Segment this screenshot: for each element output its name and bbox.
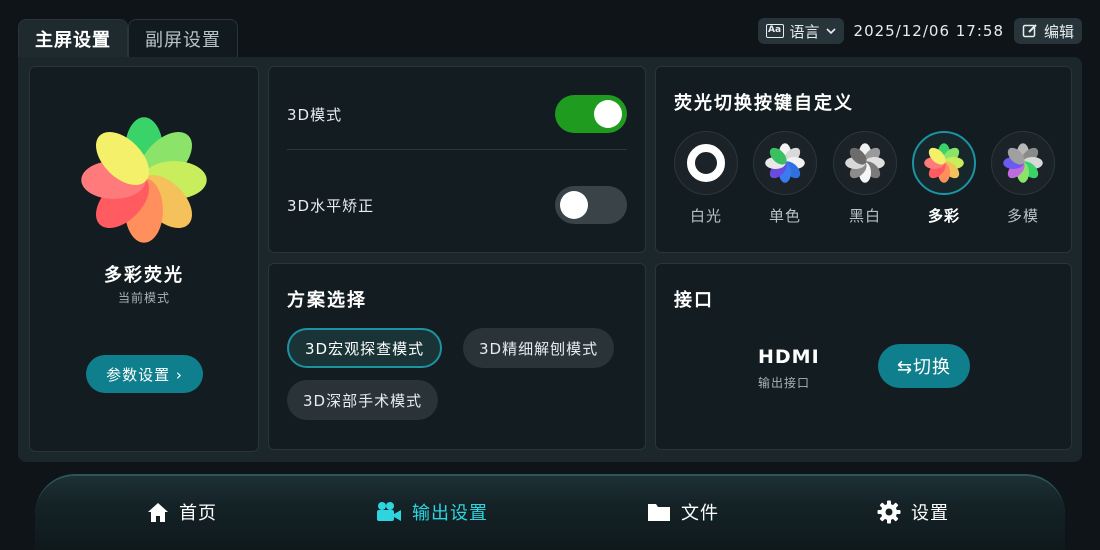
language-label: 语言 [789,22,820,41]
datetime: 2025/12/06 17:58 [853,22,1004,40]
3d-settings-card: 3D模式 3D水平矫正 [268,66,646,253]
nav-item-output-settings[interactable]: 输出设置 [376,499,488,525]
interface-title: 接口 [674,290,714,311]
video-camera-icon [377,502,401,521]
home-icon [148,503,168,522]
edit-label: 编辑 [1043,22,1074,41]
toggle-knob [594,100,622,128]
3d-mode-toggle[interactable] [555,95,627,133]
fluo-option-mono[interactable]: 单色 [752,131,818,226]
language-button[interactable]: Aa 语言 [757,18,844,44]
fluo-circle [912,131,976,195]
fluo-option-white[interactable]: 白光 [673,131,739,226]
parameter-settings-button[interactable]: 参数设置 › [86,355,203,393]
tab-main-screen[interactable]: 主屏设置 [18,19,128,57]
3d-horizontal-label: 3D水平矫正 [287,196,375,215]
scheme-option-macro[interactable]: 3D宏观探查模式 [287,328,443,368]
fluo-circle [674,131,738,195]
white-light-icon [687,144,725,182]
fluo-circle [753,131,817,195]
nav-label-home: 首页 [179,503,217,524]
fluo-label: 白光 [689,207,722,225]
scheme-option-fine[interactable]: 3D精细解刨模式 [463,328,615,368]
bottom-nav: 首页 输出设置 文件 设置 [35,474,1065,550]
fluo-option-bw[interactable]: 黑白 [832,131,898,226]
fluorescence-card: 荧光切换按键自定义 白光 单色 黑白 多彩 多模 [655,66,1072,253]
nav-item-home[interactable]: 首页 [147,499,217,525]
nav-label-files: 文件 [681,503,719,524]
mode-name: 多彩荧光 [104,265,184,286]
fluo-circle [833,131,897,195]
fluo-label: 多彩 [927,207,960,225]
black-white-flower-icon [845,143,885,183]
mono-flower-icon [765,143,805,183]
switch-interface-button[interactable]: ⇆切换 [878,344,970,388]
3d-horizontal-row: 3D水平矫正 [287,185,627,225]
edit-icon [1022,24,1037,38]
folder-icon [648,504,670,521]
scheme-title: 方案选择 [287,290,367,311]
nav-label-output-settings: 输出设置 [412,503,488,524]
toggle-knob [560,191,588,219]
fluo-label: 单色 [768,207,801,225]
multicolor-flower-icon [924,143,964,183]
nav-label-settings: 设置 [911,503,949,524]
multicolor-flower-icon [81,117,207,243]
3d-mode-label: 3D模式 [287,105,343,124]
fluorescence-title: 荧光切换按键自定义 [674,93,854,114]
scheme-option-deep[interactable]: 3D深部手术模式 [287,380,439,420]
divider [287,149,627,150]
fluo-option-multicolor[interactable]: 多彩 [911,131,977,226]
nav-item-settings[interactable]: 设置 [877,499,949,525]
fluo-label: 多模 [1006,207,1039,225]
fluo-option-multimode[interactable]: 多模 [990,131,1056,226]
header-tools: Aa 语言 2025/12/06 17:58 编辑 [757,18,1082,44]
interface-subtitle: 输出接口 [758,376,811,390]
fluo-label: 黑白 [848,207,881,225]
main-panel: 多彩荧光 当前模式 参数设置 › 3D模式 3D水平矫正 方案选择 3D宏观探查… [18,57,1082,462]
edit-button[interactable]: 编辑 [1013,18,1082,44]
3d-horizontal-toggle[interactable] [555,186,627,224]
nav-item-files[interactable]: 文件 [647,499,719,525]
interface-name: HDMI [758,346,820,368]
fluo-circle [991,131,1055,195]
mode-subtitle: 当前模式 [117,291,170,305]
interface-card: 接口 HDMI 输出接口 ⇆切换 [655,263,1072,450]
scheme-card: 方案选择 3D宏观探查模式 3D精细解刨模式 3D深部手术模式 [268,263,646,450]
tab-sub-screen[interactable]: 副屏设置 [128,19,238,57]
screen-tabs: 主屏设置 副屏设置 [18,19,238,57]
multimode-flower-icon [1003,143,1043,183]
gear-icon [877,500,901,524]
3d-mode-row: 3D模式 [287,94,627,134]
current-mode-card: 多彩荧光 当前模式 参数设置 › [29,66,259,452]
language-icon: Aa [765,24,784,38]
chevron-down-icon [825,28,836,35]
